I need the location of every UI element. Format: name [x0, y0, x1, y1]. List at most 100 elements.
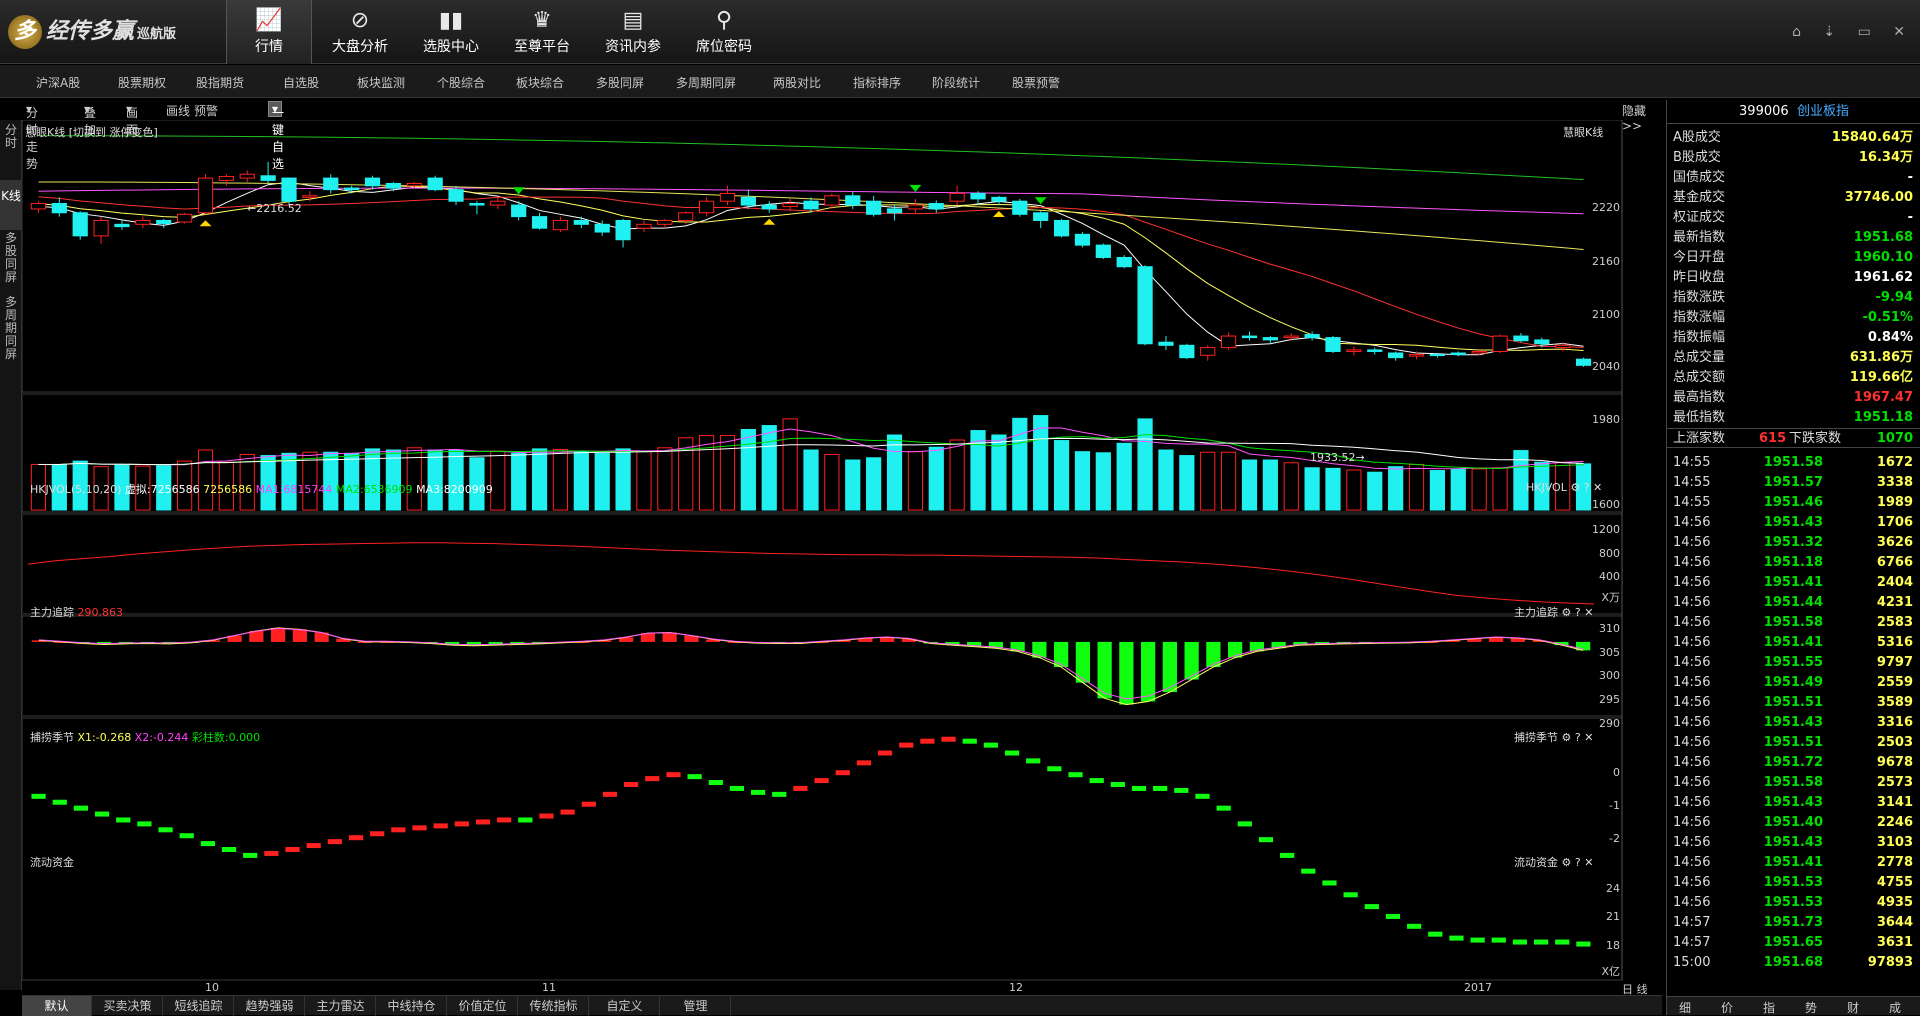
- indicator-tab[interactable]: 中线持仓: [377, 996, 447, 1016]
- ldzj-mark: [602, 791, 618, 797]
- bljj-bar: [1141, 641, 1156, 702]
- logo-text: 经传多赢: [46, 19, 135, 44]
- nav-chart-line[interactable]: 📈 行情: [226, 0, 312, 64]
- indicator-tab[interactable]: 买卖决策: [93, 996, 163, 1016]
- subnav-item[interactable]: 指标排序: [853, 74, 901, 91]
- subnav-item[interactable]: 两股对比: [773, 74, 821, 91]
- draw-line-button[interactable]: 画线: [166, 102, 190, 119]
- candle-up: [302, 195, 318, 198]
- chart-area[interactable]: [22, 120, 1666, 995]
- indicator-tab[interactable]: 短线追踪: [164, 996, 234, 1016]
- nav-key[interactable]: ⚲ 席位密码: [681, 0, 767, 64]
- candle-down: [1388, 352, 1404, 359]
- zlzz-panel-controls[interactable]: 主力追踪 ⚙ ? ✕: [1514, 604, 1593, 620]
- sell-signal-icon: [1034, 197, 1047, 205]
- tick-row: 14:56 1951.49 2559: [1673, 675, 1913, 690]
- tick-row: 14:55 1951.57 3338: [1673, 475, 1913, 490]
- tab-kline[interactable]: K线: [0, 180, 22, 230]
- volume-bar: [1450, 468, 1466, 511]
- subnav-item[interactable]: 多周期同屏: [676, 74, 736, 91]
- indicator-tab[interactable]: 默认: [22, 996, 92, 1016]
- nav-bar-chart[interactable]: ▮▮ 选股中心: [408, 0, 494, 64]
- quote-tab[interactable]: 财: [1847, 999, 1859, 1016]
- nav-crown[interactable]: ♛ 至尊平台: [499, 0, 585, 64]
- indicator-tab[interactable]: 价值定位: [448, 996, 518, 1016]
- tick-row: 14:56 1951.41 5316: [1673, 635, 1913, 650]
- quote-tab[interactable]: 成: [1889, 999, 1901, 1016]
- ldzj-mark: [729, 785, 745, 791]
- ldzj-panel-title: 流动资金: [30, 856, 74, 869]
- trend-menu-button[interactable]: 分时走势 ▾: [26, 102, 38, 171]
- subnav-item[interactable]: 自选股: [283, 74, 319, 91]
- indicator-tab[interactable]: 趋势强弱: [235, 996, 305, 1016]
- candle-down: [427, 177, 443, 191]
- ldzj-mark: [835, 770, 850, 776]
- overlay-menu-button[interactable]: 叠加 ▾: [84, 102, 96, 137]
- subnav-item[interactable]: 股票预警: [1012, 74, 1060, 91]
- candle-up: [949, 193, 965, 202]
- y-tick: 1980: [1592, 413, 1620, 426]
- x-tick: 11: [542, 981, 556, 994]
- nav-newspaper[interactable]: ▤ 资讯内参: [590, 0, 676, 64]
- indicator-tab[interactable]: 管理: [661, 996, 731, 1016]
- y-tick: 2220: [1592, 201, 1620, 214]
- subnav-item[interactable]: 板块综合: [516, 74, 564, 91]
- candle-down: [114, 223, 130, 228]
- tab-intraday[interactable]: 分时: [0, 124, 22, 150]
- subnav-item[interactable]: 板块监测: [357, 74, 405, 91]
- ma-line-60: [38, 181, 1584, 250]
- quote-tab[interactable]: 势: [1805, 999, 1817, 1016]
- candle-down: [260, 175, 276, 181]
- alert-button[interactable]: 预警: [194, 102, 218, 119]
- volume-bar: [1304, 467, 1320, 511]
- candle-down: [1262, 337, 1278, 341]
- subnav-item[interactable]: 股指期货: [196, 74, 244, 91]
- candle-up: [177, 213, 193, 223]
- main-panel-title: 慧眼K线 [切换到 涨停变色]: [25, 126, 158, 139]
- ldzj-mark: [1026, 758, 1041, 764]
- main-panel-indicator-name: 慧眼K线: [1563, 126, 1604, 139]
- nav-compass[interactable]: ⊘ 大盘分析: [317, 0, 403, 64]
- bljj-panel-controls[interactable]: 捕捞季节 ⚙ ? ✕: [1514, 729, 1593, 745]
- subnav-item[interactable]: 阶段统计: [932, 74, 980, 91]
- vol-panel-controls[interactable]: HKJVOL ⚙ ? ✕: [1526, 481, 1602, 494]
- subnav-item[interactable]: 个股综合: [437, 74, 485, 91]
- indicator-tab[interactable]: 主力雷达: [306, 996, 376, 1016]
- candle-down: [573, 219, 589, 225]
- indicator-tab[interactable]: 传统指标: [519, 996, 589, 1016]
- one-click-watch-button[interactable]: 一键自选 ▾: [268, 101, 284, 171]
- quote-row: B股成交 16.34万: [1673, 150, 1913, 165]
- window-controls[interactable]: ⌂ ⇣ ▭ ✕: [1792, 24, 1914, 40]
- volume-bar: [1492, 467, 1508, 511]
- canvas-menu-button[interactable]: 画面 ▾: [126, 102, 138, 137]
- volume-bar: [197, 449, 214, 511]
- candle-down: [1241, 335, 1258, 339]
- tick-row: 14:56 1951.43 3316: [1673, 715, 1913, 730]
- quote-tab[interactable]: 价: [1721, 999, 1733, 1016]
- tab-multi-stock[interactable]: 多股同屏: [0, 232, 22, 284]
- candle-up: [197, 177, 214, 214]
- ldzj-panel-controls[interactable]: 流动资金 ⚙ ? ✕: [1514, 854, 1593, 870]
- ldzj-mark: [645, 776, 660, 782]
- volume-bar: [1116, 442, 1132, 511]
- bljj-panel-title: 捕捞季节 X1:-0.268 X2:-0.244 彩柱数:0.000: [30, 731, 261, 744]
- indicator-tab[interactable]: 自定义: [590, 996, 660, 1016]
- tab-multi-period[interactable]: 多周期同屏: [0, 296, 22, 361]
- ldzj-mark: [1258, 837, 1274, 843]
- left-view-tabs: 分时 K线 多股同屏 多周期同屏: [0, 120, 22, 990]
- ldzj-mark: [560, 809, 575, 815]
- subnav-item[interactable]: 股票期权: [118, 74, 166, 91]
- bljj-x2-line: [38, 627, 1584, 700]
- ldzj-mark: [539, 813, 554, 819]
- candle-down: [1158, 341, 1174, 346]
- quote-tab[interactable]: 指: [1763, 999, 1775, 1016]
- ldzj-mark: [412, 825, 427, 831]
- subnav-item[interactable]: 沪深A股: [36, 74, 80, 91]
- quote-tab[interactable]: 细: [1679, 999, 1691, 1016]
- quote-row: 基金成交 37746.00: [1673, 190, 1913, 205]
- ldzj-mark: [920, 738, 935, 744]
- ldzj-mark: [243, 852, 258, 858]
- candle-up: [239, 173, 255, 179]
- tick-row: 14:56 1951.72 9678: [1673, 755, 1913, 770]
- subnav-item[interactable]: 多股同屏: [596, 74, 644, 91]
